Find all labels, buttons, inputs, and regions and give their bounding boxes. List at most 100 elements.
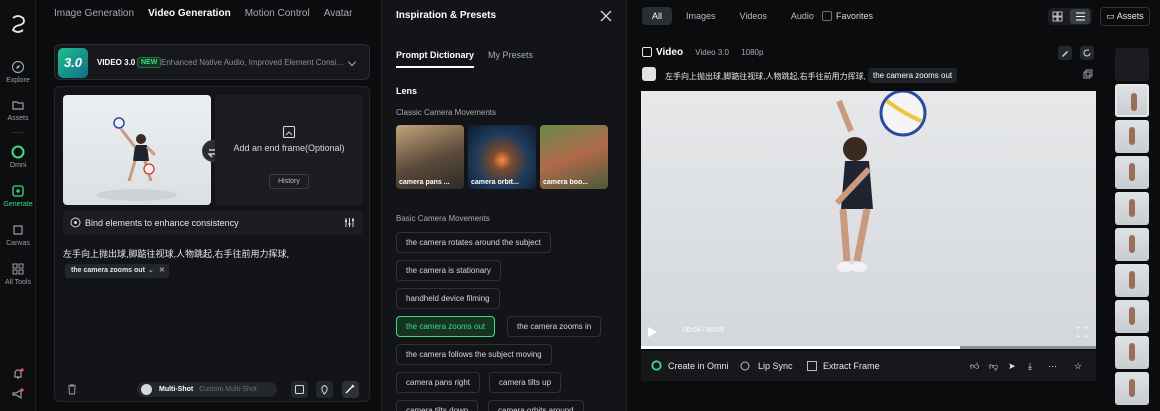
tab-prompt-dictionary[interactable]: Prompt Dictionary [396,50,475,68]
download-icon[interactable]: ⤓ [1028,361,1032,372]
favorites-checkbox[interactable]: Favorites [822,11,873,21]
pill-tilt-up[interactable]: camera tilts up [489,372,562,393]
generate-button[interactable] [342,381,359,398]
location-button[interactable] [316,381,333,398]
rail-canvas[interactable]: Canvas [0,223,36,247]
list-view-icon [1076,12,1085,21]
play-icon[interactable] [647,327,657,337]
app-root: Explore Assets Omni Generate Canvas All … [0,0,1160,411]
create-in-omni-button[interactable]: Create in Omni [668,361,729,371]
tab-avatar[interactable]: Avatar [324,8,353,19]
video-progress[interactable] [641,346,1096,349]
rail-generate[interactable]: Generate [0,184,36,208]
pill-zoom-in[interactable]: the camera zooms in [507,316,602,337]
card-label: camera pans ... [399,179,450,186]
thumbnail-figure [1129,379,1135,397]
tab-my-presets[interactable]: My Presets [488,50,533,68]
fullscreen-icon[interactable] [1077,327,1087,337]
video-time: 00:04 / 00:05 [683,327,724,334]
tab-image-generation[interactable]: Image Generation [54,8,134,19]
filter-all[interactable]: All [642,7,673,25]
rail-all-tools[interactable]: All Tools [0,262,36,286]
regenerate-icon[interactable] [1080,46,1094,60]
tab-motion-control[interactable]: Motion Control [245,8,310,19]
rail-assets[interactable]: Assets [0,98,36,122]
model-name: VIDEO 3.0 [97,58,136,67]
results-panel: All Images Videos Audio Favorites ▭ Asse… [628,0,1160,411]
filter-images[interactable]: Images [676,7,726,25]
history-thumbnail[interactable] [1115,336,1149,369]
edit-icon[interactable] [1058,46,1072,60]
storyboard-button[interactable] [291,381,308,398]
assets-button[interactable]: ▭ Assets [1100,7,1150,26]
pill-tilt-down[interactable]: camera tilts down [396,400,479,411]
thumbnail-figure [1129,343,1135,361]
checkbox-box [822,11,832,21]
rail-divider [12,132,24,133]
video-player[interactable]: 00:04 / 00:05 [641,91,1096,349]
pill-pan-right[interactable]: camera pans right [396,372,481,393]
generation-panel: Add an end frame(Optional) History Bind … [54,86,370,402]
history-thumbnail[interactable] [1115,372,1149,405]
prompt-text[interactable]: 左手向上抛出球,脚踮往视球,人物跳起,右手往前用力挥球, [63,247,289,260]
extract-frame-button[interactable]: Extract Frame [823,361,880,371]
thumbnail-figure [1129,163,1135,181]
history-thumbnail[interactable] [1115,84,1149,117]
model-selector[interactable]: 3.0 VIDEO 3.0 NEW Enhanced Native Audio,… [54,44,370,80]
history-button[interactable]: History [269,174,309,189]
thumbs-up-icon[interactable]: 👍︎ [970,361,979,372]
logo-icon[interactable] [8,14,28,34]
video-header: Video Video 3.0 1080p [642,47,763,58]
custom-multi-shot-label[interactable]: Custom Multi-Shot [199,386,257,393]
history-thumbnail[interactable] [1115,192,1149,225]
thumbs-down-icon[interactable]: 👎︎ [989,361,998,372]
more-icon[interactable]: ··· [1048,361,1057,371]
pill-stationary[interactable]: the camera is stationary [396,260,501,281]
preset-card[interactable]: camera pans ... [396,125,464,189]
history-strip [1115,48,1151,408]
video-prompt: 左手向上抛出球,脚踮往视球,人物跳起,右手往前用力挥球, [665,72,866,81]
tab-video-generation[interactable]: Video Generation [148,8,231,19]
generation-tabs: Image Generation Video Generation Motion… [54,8,352,19]
inspiration-panel: Inspiration & Presets Prompt Dictionary … [381,0,627,411]
bell-icon[interactable] [11,367,25,381]
pill-handheld[interactable]: handheld device filming [396,288,500,309]
preset-card[interactable]: camera orbit... [468,125,536,189]
pill-zoom-out[interactable]: the camera zooms out [396,316,496,337]
sliders-icon[interactable] [344,217,355,228]
history-thumbnail[interactable] [1115,156,1149,189]
start-frame-image[interactable] [63,95,211,205]
history-thumbnail[interactable] [1115,228,1149,261]
history-thumbnail[interactable] [1115,120,1149,153]
grid-view-icon[interactable] [1052,11,1063,22]
chevron-down-icon [347,57,357,67]
close-icon[interactable] [600,10,612,22]
pill-follow[interactable]: the camera follows the subject moving [396,344,552,365]
preset-card[interactable]: camera boo... [540,125,608,189]
lip-sync-icon [740,361,750,371]
video-resolution: 1080p [741,48,764,57]
history-thumbnail[interactable] [1115,264,1149,297]
pill-orbit[interactable]: camera orbits around [488,400,584,411]
end-frame-dropzone[interactable]: Add an end frame(Optional) History [215,95,363,205]
view-switch [1048,8,1092,25]
history-thumbnail[interactable] [1115,300,1149,333]
loading-thumbnail [1115,48,1149,81]
multi-shot-toggle[interactable]: Multi-Shot Custom Multi-Shot [137,382,277,397]
rail-explore[interactable]: Explore [0,60,36,84]
share-icon[interactable]: ➤ [1008,361,1016,372]
chevron-down-icon[interactable]: ⌄ [148,264,154,278]
trash-icon[interactable] [67,384,77,395]
close-icon[interactable]: ✕ [159,264,165,278]
classic-cards: camera pans ... camera orbit... camera b… [396,125,608,189]
star-icon[interactable]: ☆ [1074,361,1082,372]
megaphone-icon[interactable] [11,387,25,401]
copy-icon[interactable] [1083,69,1093,79]
lip-sync-button[interactable]: Lip Sync [758,361,793,371]
rail-omni[interactable]: Omni [0,145,36,169]
bind-elements-bar[interactable]: Bind elements to enhance consistency [63,211,363,235]
filter-videos[interactable]: Videos [730,7,777,25]
filter-audio[interactable]: Audio [781,7,824,25]
camera-movement-chip[interactable]: the camera zooms out ⌄ ✕ [65,264,169,278]
pill-rotate[interactable]: the camera rotates around the subject [396,232,551,253]
